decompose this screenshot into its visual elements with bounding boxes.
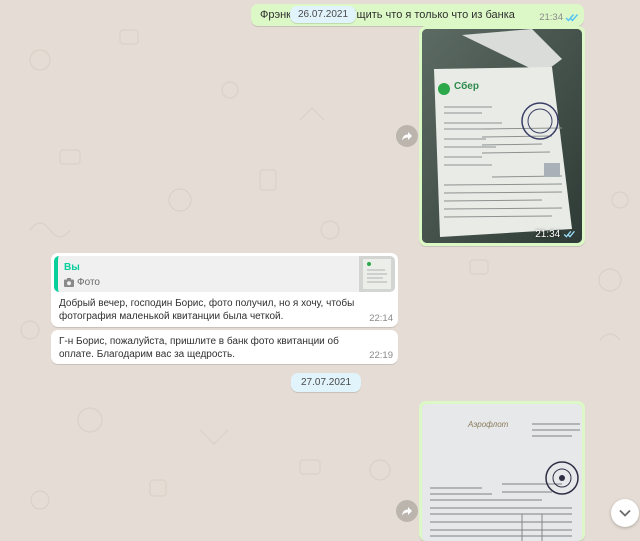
outgoing-photo-message[interactable]: Аэрофлот [419, 401, 585, 541]
message-time: 21:34 [539, 12, 563, 23]
quoted-message[interactable]: Вы Фото [54, 256, 395, 292]
chevron-down-icon [619, 509, 631, 517]
photo-time: 21:34 [535, 229, 576, 240]
quote-author: Вы [64, 262, 80, 273]
message-time: 22:19 [369, 350, 393, 361]
incoming-message[interactable]: Г-н Борис, пожалуйста, пришлите в банк ф… [51, 330, 398, 364]
forward-button[interactable] [396, 125, 418, 147]
forward-icon [402, 132, 412, 141]
sber-logo-text: Сбер [454, 81, 479, 92]
outgoing-photo-message[interactable]: Сбер 21:34 [419, 26, 585, 246]
message-text: Г-н Борис, пожалуйста, пришлите в банк ф… [59, 336, 339, 360]
read-receipt-icon [563, 231, 575, 238]
read-receipt-icon [565, 14, 579, 22]
date-divider: 27.07.2021 [291, 373, 362, 392]
incoming-message[interactable]: Вы Фото Добрый вечер, господин Борис, фо… [51, 253, 398, 327]
photo-time-text: 21:34 [535, 229, 561, 240]
scroll-down-button[interactable] [611, 499, 639, 527]
forward-icon [402, 507, 412, 516]
quote-thumbnail [359, 256, 395, 292]
receipt-photo[interactable]: Сбер 21:34 [422, 29, 582, 243]
receipt-thumbnail-image [363, 259, 391, 289]
floating-date-chip: 26.07.2021 [290, 6, 357, 23]
aeroflot-logo-text: Аэрофлот [468, 420, 509, 429]
receipt-photo[interactable]: Аэрофлот [422, 404, 582, 541]
quote-type: Фото [77, 277, 100, 288]
camera-icon [64, 278, 74, 287]
forward-button[interactable] [396, 500, 418, 522]
sber-receipt-image [422, 29, 582, 243]
message-text: Добрый вечер, господин Борис, фото получ… [59, 298, 355, 322]
message-time: 22:14 [369, 313, 393, 324]
